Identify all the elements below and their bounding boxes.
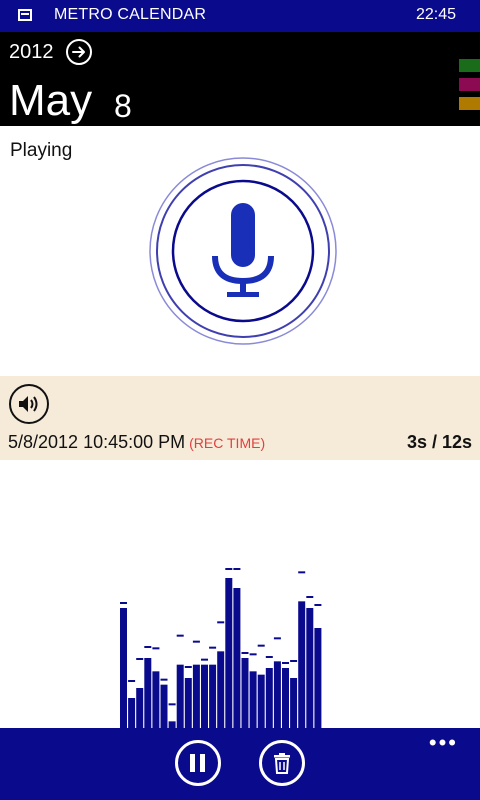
peak-marker — [298, 571, 306, 574]
peak-marker — [273, 637, 281, 640]
peak-marker — [257, 644, 265, 647]
calendar-color-swatch — [459, 97, 480, 110]
level-bar — [120, 608, 127, 728]
level-bar — [314, 628, 322, 728]
playback-duration: 3s / 12s — [406, 432, 472, 452]
level-bar — [192, 664, 200, 728]
peak-marker — [120, 602, 127, 604]
level-bar — [306, 608, 314, 728]
level-bar — [265, 668, 273, 728]
peak-marker — [168, 703, 176, 706]
microphone-button[interactable] — [148, 156, 338, 346]
level-bar — [160, 684, 168, 728]
status-bar: METRO CALENDAR 22:45 — [0, 0, 480, 32]
level-bar — [136, 688, 144, 728]
peak-marker — [184, 666, 192, 668]
level-bar — [201, 664, 208, 728]
speaker-button[interactable] — [9, 384, 49, 424]
level-bar — [249, 671, 257, 728]
peak-marker — [144, 646, 152, 648]
app-bar: ••• — [0, 728, 480, 800]
recording-datetime: 5/8/2012 10:45:00 PM (REC TIME) — [8, 432, 266, 452]
arrow-right-icon — [72, 46, 85, 58]
year-label: 2012 — [9, 41, 54, 63]
level-bar — [290, 678, 298, 728]
clock: 22:45 — [415, 6, 456, 23]
peak-marker — [314, 604, 322, 606]
calendar-color-swatch — [459, 78, 480, 91]
level-bar — [257, 674, 265, 728]
peak-marker — [290, 660, 298, 662]
microphone-icon — [149, 157, 337, 345]
audio-level-meter — [120, 568, 322, 728]
rec-time-tag: (REC TIME) — [189, 435, 266, 451]
level-bar — [128, 698, 136, 728]
level-bar — [298, 601, 306, 728]
peak-marker — [233, 568, 241, 570]
calendar-color-swatch — [459, 59, 480, 72]
peak-marker — [192, 640, 200, 643]
more-menu-button[interactable]: ••• — [429, 732, 458, 754]
peak-marker — [176, 634, 184, 637]
level-bar — [217, 651, 225, 728]
level-bar — [273, 661, 281, 728]
delete-button[interactable] — [259, 740, 305, 786]
recording-info-panel: 5/8/2012 10:45:00 PM (REC TIME) 3s / 12s — [0, 376, 480, 460]
app-title: METRO CALENDAR — [54, 6, 207, 23]
playback-status: Playing — [10, 140, 73, 161]
pause-icon — [190, 754, 205, 772]
level-bar — [241, 658, 249, 728]
peak-marker — [128, 680, 136, 682]
pause-button[interactable] — [175, 740, 221, 786]
peak-marker — [265, 656, 273, 658]
peak-marker — [152, 647, 160, 650]
day-label: 8 — [114, 88, 132, 124]
level-bar — [176, 664, 184, 728]
peak-marker — [136, 658, 144, 660]
peak-marker — [217, 621, 225, 624]
level-bar — [184, 678, 192, 728]
peak-marker — [160, 678, 168, 681]
level-bar — [152, 671, 160, 728]
level-bar — [282, 668, 289, 728]
next-year-button[interactable] — [66, 39, 92, 65]
peak-marker — [201, 658, 208, 661]
peak-marker — [282, 662, 289, 664]
peak-marker — [249, 653, 257, 656]
month-label: May — [9, 76, 93, 125]
trash-icon — [274, 753, 290, 774]
peak-marker — [209, 646, 217, 649]
peak-marker — [306, 596, 314, 598]
peak-marker — [241, 652, 249, 654]
level-bar — [225, 578, 233, 728]
level-bar — [144, 658, 152, 728]
level-bar — [209, 664, 217, 728]
level-bar — [233, 588, 241, 728]
peak-marker — [225, 568, 233, 570]
calendar-app-icon — [18, 9, 32, 21]
date-header: 2012 May 8 — [0, 32, 480, 126]
level-bar — [168, 721, 176, 728]
speaker-icon — [19, 396, 38, 412]
